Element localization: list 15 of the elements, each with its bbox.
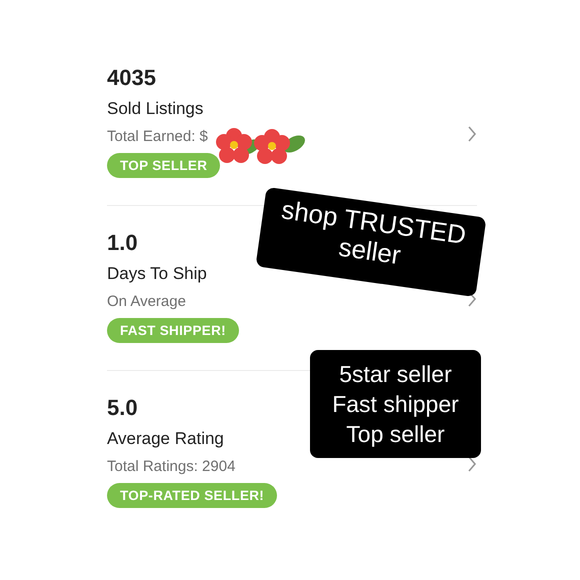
stat-detail: Total Ratings: 2904 xyxy=(107,457,236,477)
stat-label: Average Rating xyxy=(107,428,225,450)
stat-detail: On Average xyxy=(107,292,187,312)
badge: FAST SHIPPER! xyxy=(107,318,239,343)
stat-value: 4035 xyxy=(107,64,157,92)
badge: TOP SELLER xyxy=(107,153,220,178)
stat-value: 1.0 xyxy=(107,229,139,257)
stat-label: Days To Ship xyxy=(107,263,208,285)
sticker-text: Fast shipper xyxy=(331,390,460,419)
stat-detail: Total Earned: $ xyxy=(107,127,209,147)
sticker-text: Top seller xyxy=(345,420,446,449)
stat-label: Sold Listings xyxy=(107,98,204,120)
sticker-text: 5star seller xyxy=(338,360,453,389)
stat-value: 5.0 xyxy=(107,394,139,422)
badge: TOP-RATED SELLER! xyxy=(107,483,278,508)
